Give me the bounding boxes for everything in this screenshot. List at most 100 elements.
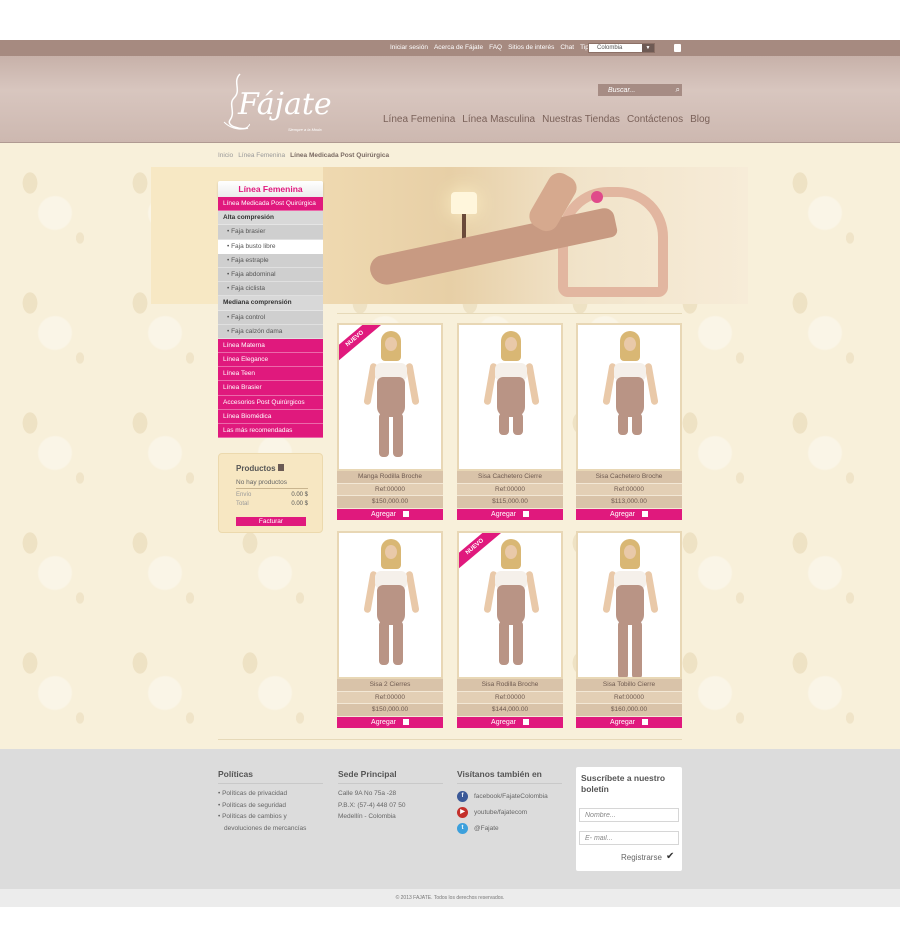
footer-social: Visítanos también en f facebook/FajateCol… [457,769,562,836]
product-image[interactable]: NUEVO [337,323,443,471]
footer-policies: Políticas • Políticas de privacidad • Po… [218,769,323,834]
figure-leg [499,621,509,665]
add-to-cart-button[interactable]: Agregar [576,716,682,728]
checkmark-icon[interactable]: ✔ [666,851,674,862]
sidebar-item[interactable]: Las más recomendadas [218,424,323,439]
sidebar-item[interactable]: Línea Materna [218,338,323,354]
product-name[interactable]: Manga Rodilla Broche [337,471,443,484]
cart-envio-row: Envío 0.00 $ [236,492,308,498]
add-to-cart-button[interactable]: Agregar [457,508,563,520]
footer-social-title: Visítanos también en [457,769,562,784]
policy-returns-link[interactable]: • Políticas de cambios y [218,811,323,823]
nav-linea-femenina[interactable]: Línea Femenina [383,114,455,125]
sidebar-item[interactable]: • Faja abdominal [218,267,323,283]
product-image[interactable] [576,323,682,471]
product-name[interactable]: Sisa Rodilla Broche [457,679,563,692]
sidebar-item[interactable]: • Faja busto libre [218,239,323,254]
figure-head [624,545,636,559]
social-label: youtube/fajatecom [474,808,528,816]
sidebar-item[interactable]: Accesorios Post Quirúrgicos [218,395,323,410]
footer-sede-title: Sede Principal [338,769,443,784]
faq-link[interactable]: FAQ [489,44,502,51]
youtube-icon: ▶ [457,806,468,818]
add-to-cart-button[interactable]: Agregar [457,716,563,728]
sidebar-item[interactable]: • Faja estraple [218,253,323,268]
sidebar-item[interactable]: Línea Brasier [218,381,323,396]
header: Fájate Siempre a la Moda ⌕ Línea Femenin… [0,56,900,143]
product-card: NUEVO Manga Rodilla Broche Ref:00000 $150,0… [337,323,443,520]
figure-head [624,337,636,351]
shopping-bag-icon[interactable] [674,44,681,52]
product-ref: Ref:00000 [576,483,682,496]
product-price: $150,000.00 [337,496,443,509]
add-to-cart-button[interactable]: Agregar [337,716,443,728]
product-card: Sisa Cachetero Cierre Ref:00000 $115,000.0… [457,323,563,520]
sidebar-item[interactable]: Línea Biomédica [218,409,323,424]
figure-leg [618,621,628,677]
nav-blog[interactable]: Blog [690,114,710,125]
product-name[interactable]: Sisa 2 Cierres [337,679,443,692]
product-image[interactable]: NUEVO [457,531,563,679]
sidebar-item: Alta compresión [218,211,323,226]
sidebar-item[interactable]: • Faja brasier [218,225,323,240]
figure-body [377,585,405,625]
envio-value: 0.00 $ [291,492,308,498]
sidebar-item[interactable]: • Faja control [218,310,323,325]
sidebar-item[interactable]: • Faja calzón dama [218,324,323,339]
figure-leg [632,621,642,677]
logo-tagline: Siempre a la Moda [288,127,322,132]
product-name[interactable]: Sisa Tobillo Cierre [576,679,682,692]
sites-link[interactable]: Sitios de interés [508,44,554,51]
search-input[interactable] [598,84,670,96]
about-link[interactable]: Acerca de Fájate [434,44,483,51]
logo[interactable]: Fájate Siempre a la Moda [220,72,340,132]
social-link[interactable]: ▶ youtube/fajatecom [457,804,562,820]
figure-body [616,585,644,625]
product-price: $115,000.00 [457,496,563,509]
policy-returns-link-cont[interactable]: devoluciones de mercancías [218,823,323,835]
country-select[interactable]: Colombia ▼ [588,43,655,53]
product-image[interactable] [337,531,443,679]
newsletter-box: Suscríbete a nuestro boletín Registrarse… [576,767,682,871]
policy-security-link[interactable]: • Políticas de seguridad [218,800,323,812]
add-to-cart-button[interactable]: Agregar [576,508,682,520]
country-value: Colombia [597,45,623,51]
sidebar-item[interactable]: • Faja ciclista [218,282,323,297]
sidebar-item[interactable]: Línea Medicada Post Quirúrgica [218,197,323,212]
search-icon[interactable]: ⌕ [676,85,680,95]
nav-linea-masculina[interactable]: Línea Masculina [462,114,535,125]
nav-contactenos[interactable]: Contáctenos [627,114,683,125]
breadcrumb-femenina[interactable]: Línea Femenina [238,152,285,159]
nav-nuestras-tiendas[interactable]: Nuestras Tiendas [542,114,620,125]
sidebar-item[interactable]: Línea Elegance [218,353,323,368]
product-image[interactable] [576,531,682,679]
register-button[interactable]: Registrarse [621,853,662,862]
product-name[interactable]: Sisa Cachetero Broche [576,471,682,484]
add-to-cart-label: Agregar [610,718,635,726]
add-to-cart-button[interactable]: Agregar [337,508,443,520]
product-ref: Ref:00000 [457,691,563,704]
product-image[interactable] [457,323,563,471]
cart-icon [402,718,409,725]
newsletter-email-input[interactable] [579,831,679,845]
checkout-button[interactable]: Facturar [236,517,306,526]
sidebar-item[interactable]: Línea Teen [218,367,323,382]
add-to-cart-label: Agregar [371,510,396,518]
chat-link[interactable]: Chat [560,44,574,51]
social-label: facebook/FajateColombia [474,792,548,800]
sede-city: Medellín - Colombia [338,813,396,820]
product-ref: Ref:00000 [457,483,563,496]
breadcrumb-inicio[interactable]: Inicio [218,152,233,159]
social-link[interactable]: t @Fajate [457,820,562,836]
figure-leg [513,621,523,665]
product-ref: Ref:00000 [337,483,443,496]
product-name[interactable]: Sisa Cachetero Cierre [457,471,563,484]
social-link[interactable]: f facebook/FajateColombia [457,788,562,804]
figure-head [385,337,397,351]
figure-leg [393,621,403,665]
divider [337,313,682,314]
newsletter-name-input[interactable] [579,808,679,822]
figure-body [616,377,644,417]
policy-privacy-link[interactable]: • Políticas de privacidad [218,788,323,800]
login-link[interactable]: Iniciar sesión [390,44,428,51]
